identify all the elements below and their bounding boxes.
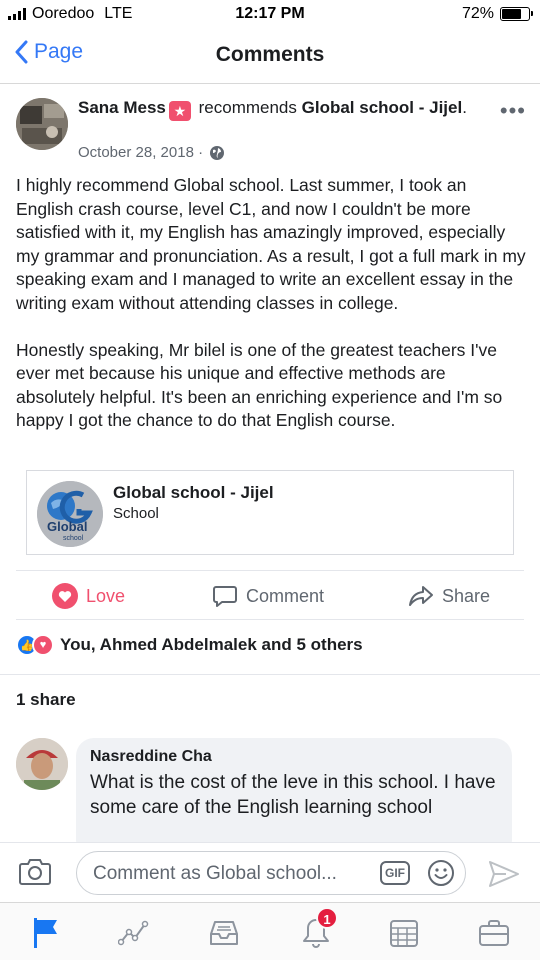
smiley-icon bbox=[428, 860, 454, 886]
status-bar: Ooredoo LTE 12:17 PM 72% bbox=[0, 0, 540, 30]
comment-composer: Comment as Global school... GIF bbox=[0, 842, 540, 902]
recommendation-star-icon: ★ bbox=[168, 101, 191, 121]
tab-bar: 1 bbox=[0, 902, 540, 960]
love-button[interactable]: Love bbox=[52, 583, 125, 609]
status-right: 72% bbox=[461, 5, 533, 23]
reactions-summary[interactable]: 👍 ♥ You, Ahmed Abdelmalek and 5 others bbox=[16, 634, 363, 656]
school-logo: Global school bbox=[37, 481, 103, 547]
tab-inbox[interactable] bbox=[206, 915, 242, 951]
author-avatar[interactable] bbox=[16, 98, 68, 150]
love-label: Love bbox=[86, 585, 126, 606]
heart-icon bbox=[52, 583, 78, 609]
author-name[interactable]: Sana Mess bbox=[78, 98, 166, 117]
page-name-link[interactable]: Global school - Jijel bbox=[302, 98, 463, 117]
emoji-button[interactable] bbox=[427, 859, 455, 892]
post-meta: October 28, 2018 · bbox=[78, 144, 225, 161]
post-actions: Love Comment Share bbox=[16, 570, 524, 620]
briefcase-icon bbox=[479, 920, 509, 946]
more-options-icon[interactable]: ••• bbox=[500, 98, 526, 124]
post-header: Sana Mess ★ recommends Global school - Ji… bbox=[16, 96, 526, 166]
comment-bubble: Nasreddine Cha What is the cost of the l… bbox=[76, 738, 512, 858]
navigation-bar: Page Comments bbox=[0, 30, 540, 84]
card-title: Global school - Jijel bbox=[113, 483, 274, 502]
share-button[interactable]: Share bbox=[408, 583, 490, 609]
reaction-icons: 👍 ♥ bbox=[16, 634, 54, 656]
commenter-avatar[interactable] bbox=[16, 738, 68, 790]
comment-button[interactable]: Comment bbox=[212, 583, 324, 609]
comment-bubble-icon bbox=[213, 586, 237, 607]
logo-subtext: school bbox=[63, 535, 84, 542]
globe-icon bbox=[210, 145, 225, 160]
inbox-icon bbox=[210, 921, 238, 945]
page-title: Comments bbox=[215, 43, 325, 66]
post-body: I highly recommend Global school. Last s… bbox=[16, 174, 528, 456]
page-link-card[interactable]: Global school Global school - Jijel Scho… bbox=[26, 470, 514, 555]
tab-tools[interactable] bbox=[476, 915, 512, 951]
action-verb: recommends bbox=[198, 98, 297, 117]
post-headline: Sana Mess ★ recommends Global school - Ji… bbox=[78, 98, 467, 121]
share-label: Share bbox=[442, 585, 491, 606]
love-reaction-icon: ♥ bbox=[32, 634, 54, 656]
shares-count[interactable]: 1 share bbox=[16, 690, 76, 710]
battery-fill bbox=[502, 9, 521, 19]
send-button[interactable] bbox=[488, 859, 520, 894]
reactions-text: You, Ahmed Abdelmalek and 5 others bbox=[60, 635, 363, 654]
comment-input[interactable]: Comment as Global school... GIF bbox=[76, 851, 466, 895]
camera-button[interactable] bbox=[18, 857, 52, 892]
comment-text: What is the cost of the leve in this sch… bbox=[90, 772, 496, 818]
comment-label: Comment bbox=[246, 585, 325, 606]
calendar-icon bbox=[390, 920, 418, 947]
share-arrow-icon bbox=[409, 586, 433, 606]
tab-notifications[interactable]: 1 bbox=[298, 907, 338, 951]
status-time: 12:17 PM bbox=[235, 5, 305, 22]
flag-icon bbox=[34, 918, 57, 948]
insights-icon bbox=[118, 920, 149, 946]
tab-insights[interactable] bbox=[116, 915, 152, 951]
comment-placeholder: Comment as Global school... bbox=[93, 863, 337, 884]
avatar-photo bbox=[16, 98, 68, 150]
card-subtitle: School bbox=[113, 505, 159, 522]
post-paragraph: I highly recommend Global school. Last s… bbox=[16, 175, 526, 313]
notification-badge: 1 bbox=[316, 907, 338, 929]
divider bbox=[0, 674, 540, 675]
tab-page[interactable] bbox=[28, 915, 64, 951]
gif-button[interactable]: GIF bbox=[380, 861, 410, 885]
commenter-photo bbox=[16, 738, 68, 790]
logo-text: Global bbox=[47, 519, 87, 534]
comment-author[interactable]: Nasreddine Cha bbox=[90, 748, 498, 766]
battery-percent: 72% bbox=[461, 5, 494, 22]
post-date[interactable]: October 28, 2018 · bbox=[78, 144, 203, 161]
send-icon bbox=[489, 861, 519, 887]
battery-icon bbox=[500, 7, 533, 21]
tab-calendar[interactable] bbox=[386, 915, 422, 951]
logo-graphic: Global school bbox=[37, 481, 103, 547]
camera-icon bbox=[19, 859, 51, 885]
post-paragraph: Honestly speaking, Mr bilel is one of th… bbox=[16, 339, 503, 431]
